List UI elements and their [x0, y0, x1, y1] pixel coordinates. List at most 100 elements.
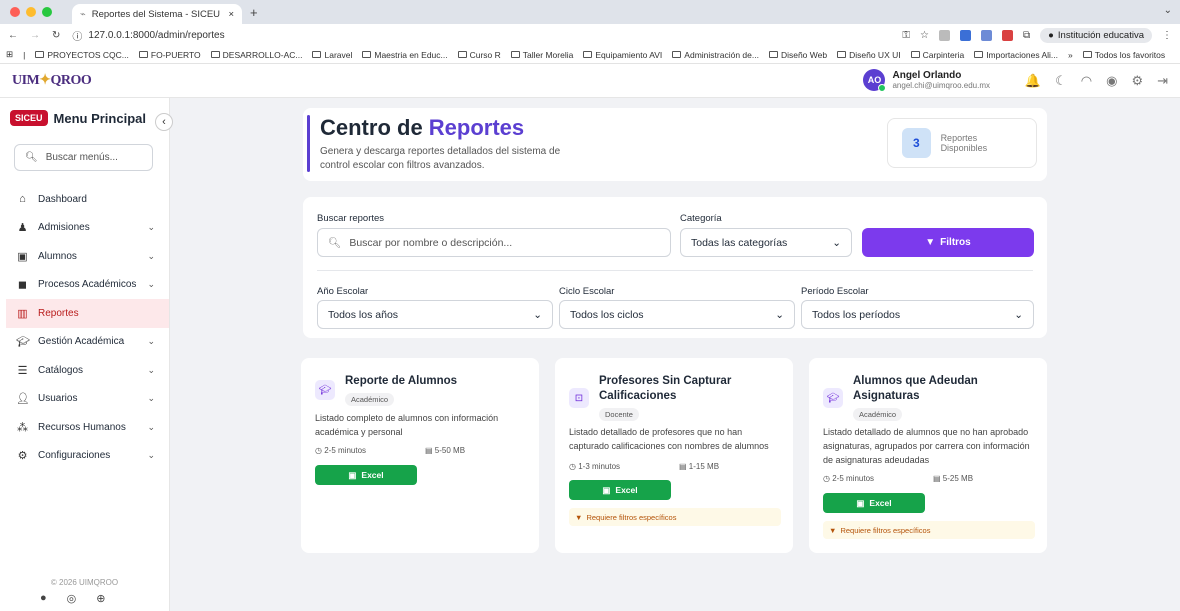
extensions-puzzle-icon[interactable]: ⧉ [1023, 30, 1030, 41]
window-controls [10, 7, 52, 17]
tab-list-chevron-icon[interactable]: ⌄ [1164, 5, 1172, 16]
tab-close-icon[interactable]: × [228, 9, 234, 20]
folder-icon [583, 51, 593, 58]
chevron-down-icon: ⌄ [147, 336, 155, 347]
support-headset-icon[interactable]: ◠ [1081, 73, 1092, 89]
file-size-icon: ▤ [425, 446, 433, 455]
chart-icon: ▥ [17, 307, 28, 320]
bookmark-item[interactable]: Importaciones Ali... [974, 50, 1058, 60]
cycle-select[interactable]: Todos los ciclos ⌄ [559, 300, 795, 329]
report-time: ◷ 2-5 minutos [315, 446, 425, 455]
bookmark-item[interactable]: DESARROLLO-AC... [210, 50, 302, 60]
sidebar-item-reportes[interactable]: ▥ Reportes [6, 299, 169, 328]
notifications-bell-icon[interactable]: 🔔 [1025, 73, 1041, 89]
report-size: ▤ 1-15 MB [679, 462, 719, 471]
user-name: Angel Orlando [892, 70, 962, 81]
chevron-down-icon: ⌄ [533, 308, 542, 321]
bookmark-item[interactable]: Taller Morelia [510, 50, 573, 60]
folder-icon [362, 51, 372, 58]
students-icon: ▣ [17, 250, 28, 263]
url-field[interactable]: ⓘ 127.0.0.1:8000/admin/reportes [72, 28, 890, 43]
back-icon[interactable]: ← [8, 30, 18, 41]
translate-icon[interactable]: ⚿ [902, 30, 910, 41]
globe-icon[interactable]: ⊕ [96, 592, 105, 605]
logout-icon[interactable]: ⇥ [1157, 73, 1168, 89]
period-value: Todos los períodos [812, 308, 901, 321]
sidebar-item-gestion[interactable]: 🎓︎ Gestión Académica ⌄ [0, 328, 169, 357]
folder-icon [672, 51, 682, 58]
browser-tab[interactable]: ⌁ Reportes del Sistema - SICEU × [72, 4, 242, 24]
filters-panel: Buscar reportes 🔍︎ Buscar por nombre o d… [303, 197, 1047, 338]
sidebar-item-admisiones[interactable]: ♟ Admisiones ⌄ [0, 214, 169, 243]
report-time: ◷ 2-5 minutos [823, 474, 933, 483]
sidebar-item-configuraciones[interactable]: ⚙ Configuraciones ⌄ [0, 442, 169, 471]
university-logo[interactable]: UIM ✦ QROO [12, 72, 92, 89]
avatar: AO [863, 69, 887, 92]
minimize-window-button[interactable] [26, 7, 36, 17]
bookmark-star-icon[interactable]: ☆ [920, 30, 929, 41]
bookmarks-bar: ⊞ | PROYECTOS CQC... FO-PUERTO DESARROLL… [0, 46, 1180, 64]
apps-grid-icon[interactable]: ⊞ [6, 49, 13, 60]
maximize-window-button[interactable] [42, 7, 52, 17]
bookmark-item[interactable]: Laravel [312, 50, 352, 60]
menu-search-placeholder: Buscar menús... [45, 152, 118, 163]
folder-icon [457, 51, 467, 58]
instagram-icon[interactable]: ◎ [67, 592, 77, 605]
page-title-accent: Reportes [428, 115, 525, 140]
bookmark-label: Equipamiento AVI [595, 49, 663, 60]
category-select[interactable]: Todas las categorías ⌄ [680, 228, 852, 257]
site-info-icon[interactable]: ⓘ [72, 28, 82, 43]
bookmark-item[interactable]: PROYECTOS CQC... [35, 50, 129, 60]
chevron-down-icon: ⌄ [147, 421, 155, 432]
sidebar-item-label: Usuarios [38, 393, 78, 405]
profile-button[interactable]: ● Institución educativa [1040, 27, 1152, 43]
all-bookmarks-item[interactable]: Todos los favoritos [1082, 50, 1165, 60]
bookmark-item[interactable]: Diseño UX UI [837, 50, 901, 60]
bookmark-item[interactable]: Diseño Web [768, 50, 827, 60]
excel-download-button[interactable]: ▣ Excel [315, 465, 417, 485]
bookmark-item[interactable]: FO-PUERTO [138, 50, 201, 60]
sidebar-item-procesos[interactable]: ◼ Procesos Académicos ⌄ [0, 271, 169, 300]
forward-icon[interactable]: → [30, 30, 40, 41]
extension-icon[interactable] [1002, 29, 1014, 41]
bookmark-item[interactable]: Curso R [457, 50, 501, 60]
user-profile[interactable]: AO Angel Orlando angel.chi@uimqroo.edu.m… [863, 69, 990, 92]
view-eye-icon[interactable]: ◉ [1106, 73, 1117, 89]
bookmark-item[interactable]: Maestria en Educ... [362, 50, 448, 60]
sidebar-item-usuarios[interactable]: 👤︎ Usuarios ⌄ [0, 385, 169, 414]
sidebar-item-dashboard[interactable]: ⌂ Dashboard [0, 185, 169, 214]
bookmark-item[interactable]: Equipamiento AVI [583, 50, 662, 60]
user-icon: 👤︎ [16, 393, 30, 406]
dark-mode-moon-icon[interactable]: ☾ [1055, 73, 1067, 89]
period-select[interactable]: Todos los períodos ⌄ [801, 300, 1034, 329]
bookmark-label: PROYECTOS CQC... [47, 49, 129, 60]
bookmark-item[interactable]: Carpinteria [910, 50, 964, 60]
user-email: angel.chi@uimqroo.edu.mx [892, 81, 990, 90]
sidebar-item-label: Configuraciones [38, 450, 111, 462]
report-card-header: 🎓︎ Reporte de Alumnos Académico [315, 374, 457, 406]
extension-icon[interactable] [939, 29, 951, 41]
chevron-down-icon: ⌄ [147, 279, 155, 290]
more-bookmarks-icon[interactable]: » [1068, 50, 1073, 60]
bookmark-item[interactable]: Administración de... [672, 50, 759, 60]
close-window-button[interactable] [10, 7, 20, 17]
facebook-icon[interactable]: ● [40, 592, 47, 605]
extension-icon[interactable] [981, 29, 993, 41]
new-tab-button[interactable]: + [250, 5, 258, 20]
extension-icon[interactable] [960, 29, 972, 41]
sidebar-item-alumnos[interactable]: ▣ Alumnos ⌄ [0, 242, 169, 271]
profile-icon: ● [1048, 29, 1054, 41]
filters-button[interactable]: ▼ Filtros [862, 228, 1034, 257]
excel-download-button[interactable]: ▣ Excel [569, 480, 671, 500]
folder-icon [974, 51, 984, 58]
sidebar-item-rrhh[interactable]: ⁂ Recursos Humanos ⌄ [0, 413, 169, 442]
year-select[interactable]: Todos los años ⌄ [317, 300, 553, 329]
browser-menu-icon[interactable]: ⋮ [1162, 30, 1172, 41]
graduation-icon: 🎓︎ [823, 388, 843, 408]
excel-download-button[interactable]: ▣ Excel [823, 493, 925, 513]
search-reports-input[interactable]: 🔍︎ Buscar por nombre o descripción... [317, 228, 671, 257]
sidebar-item-catalogos[interactable]: ☰ Catálogos ⌄ [0, 356, 169, 385]
menu-search-input[interactable]: 🔍︎ Buscar menús... [14, 144, 153, 171]
settings-gear-icon[interactable]: ⚙ [1131, 73, 1143, 89]
reload-icon[interactable]: ↻ [52, 30, 60, 41]
